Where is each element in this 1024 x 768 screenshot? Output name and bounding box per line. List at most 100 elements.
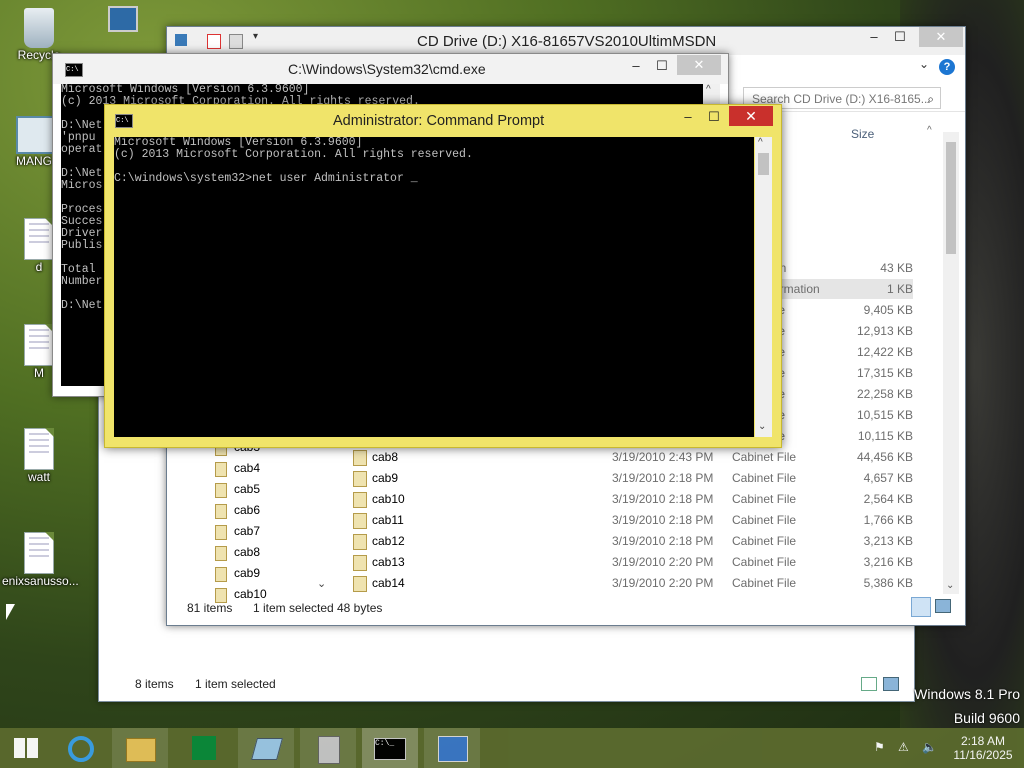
undo-icon[interactable] xyxy=(207,34,221,49)
file-type-cell: Cabinet File xyxy=(732,576,797,590)
table-row[interactable]: cab12 3/19/2010 2:18 PM Cabinet File 3,213 … xyxy=(353,531,913,551)
file-size-cell: 44,456 KB xyxy=(856,450,913,464)
cabinet-file-icon xyxy=(353,534,367,550)
nav-tree-label: cab6 xyxy=(234,503,261,517)
file-date-cell: 3/19/2010 2:43 PM xyxy=(612,450,714,464)
table-row[interactable]: cab11 3/19/2010 2:18 PM Cabinet File 1,766 … xyxy=(353,510,913,530)
file-name-cell: cab9 xyxy=(372,471,399,485)
table-row[interactable]: cab14 3/19/2010 2:20 PM Cabinet File 5,386 … xyxy=(353,573,913,593)
file-size-cell: 1,766 KB xyxy=(863,513,913,527)
notebook-icon[interactable] xyxy=(238,728,294,768)
scroll-down-arrow[interactable]: ⌄ xyxy=(758,421,766,432)
large-icons-view-icon[interactable] xyxy=(935,599,951,613)
admin-console-output[interactable]: Microsoft Windows [Version 6.3.9600] (c)… xyxy=(114,137,754,437)
file-type-cell: Cabinet File xyxy=(732,513,797,527)
file-name-cell: cab14 xyxy=(372,576,405,590)
scrollbar-thumb[interactable] xyxy=(758,153,769,175)
tree-scroll-down-arrow[interactable]: ⌄ xyxy=(317,577,326,590)
cmd-titlebar[interactable]: C:\ C:\Windows\System32\cmd.exe – ☐ ✕ xyxy=(53,54,728,84)
help-icon[interactable]: ? xyxy=(939,59,955,75)
file-size-cell: 3,216 KB xyxy=(863,555,913,569)
nav-tree-label: cab7 xyxy=(234,524,261,538)
table-row[interactable]: cab8 3/19/2010 2:43 PM Cabinet File 44,456 … xyxy=(353,447,913,467)
start-button[interactable] xyxy=(0,728,52,768)
desktop-icon-enix[interactable]: enixsanusso... xyxy=(2,532,79,588)
scroll-up-arrow[interactable]: ^ xyxy=(706,84,711,95)
cmd-title: C:\Windows\System32\cmd.exe xyxy=(288,61,486,77)
file-name-cell: cab8 xyxy=(372,450,399,464)
maximize-button[interactable]: ☐ xyxy=(885,27,915,47)
search-icon[interactable]: ⌕ xyxy=(927,88,934,110)
clock[interactable]: 2:18 AM 11/16/2025 xyxy=(946,734,1020,762)
document-icon xyxy=(24,324,54,366)
file-size-cell: 12,422 KB xyxy=(856,345,913,359)
nav-tree-label: cab4 xyxy=(234,461,261,475)
document-icon xyxy=(24,218,54,260)
column-header-size[interactable]: Size xyxy=(851,127,874,141)
maximize-button[interactable]: ☐ xyxy=(647,56,677,76)
cabinet-file-icon xyxy=(215,504,227,519)
chevron-down-icon[interactable]: ▾ xyxy=(253,31,258,42)
admin-cmd-window[interactable]: C:\ Administrator: Command Prompt – ☐ ✕ … xyxy=(104,104,782,448)
details-view-icon[interactable] xyxy=(911,597,931,617)
status-item-count: 8 items xyxy=(135,677,174,691)
cabinet-file-icon xyxy=(353,450,367,466)
file-size-cell: 2,564 KB xyxy=(863,492,913,506)
file-size-cell: 10,515 KB xyxy=(856,408,913,422)
file-date-cell: 3/19/2010 2:20 PM xyxy=(612,576,714,590)
maximize-button[interactable]: ☐ xyxy=(699,107,729,127)
explorer-title: CD Drive (D:) X16-81657VS2010UltimMSDN xyxy=(417,33,717,50)
store-icon[interactable] xyxy=(176,728,232,768)
table-row[interactable]: cab10 3/19/2010 2:18 PM Cabinet File 2,564 … xyxy=(353,489,913,509)
file-size-cell: 17,315 KB xyxy=(856,366,913,380)
volume-muted-icon[interactable]: 🔈 xyxy=(922,740,937,754)
explorer-titlebar[interactable]: ▾ CD Drive (D:) X16-81657VS2010UltimMSDN… xyxy=(167,27,965,55)
file-size-cell: 1 KB xyxy=(886,282,913,296)
header-scroll-caret: ^ xyxy=(927,125,932,136)
table-row[interactable]: cab9 3/19/2010 2:18 PM Cabinet File 4,657 K… xyxy=(353,468,913,488)
close-button[interactable]: ✕ xyxy=(919,27,963,47)
admin-cmd-titlebar[interactable]: C:\ Administrator: Command Prompt – ☐ ✕ xyxy=(105,105,781,135)
admin-cmd-scrollbar[interactable]: ^ ⌄ xyxy=(755,137,772,437)
table-row[interactable]: cab13 3/19/2010 2:20 PM Cabinet File 3,216 … xyxy=(353,552,913,572)
close-button[interactable]: ✕ xyxy=(729,106,773,126)
file-type-cell: Cabinet File xyxy=(732,471,797,485)
status-item-count: 81 items xyxy=(187,601,233,615)
cabinet-file-icon xyxy=(215,567,227,582)
status-selected: 1 item selected xyxy=(253,601,334,615)
cabinet-file-icon xyxy=(353,471,367,487)
file-name-cell: cab10 xyxy=(372,492,405,506)
recycle-bin-icon xyxy=(24,8,54,48)
file-explorer-icon[interactable] xyxy=(112,728,168,768)
cmd-app-icon: C:\ xyxy=(115,114,133,128)
properties-icon[interactable] xyxy=(175,34,187,46)
scroll-down-arrow[interactable]: ⌄ xyxy=(946,580,954,591)
file-list-scrollbar[interactable]: ⌄ xyxy=(943,132,959,594)
scrollbar-thumb[interactable] xyxy=(946,142,956,254)
internet-explorer-icon[interactable] xyxy=(54,728,110,768)
command-prompt-icon[interactable]: C:\_ xyxy=(362,728,418,768)
desktop-icon-watt[interactable]: watt xyxy=(4,428,74,484)
quick-access-toolbar[interactable]: ▾ xyxy=(175,31,265,49)
details-view-icon[interactable] xyxy=(861,677,877,691)
scroll-up-arrow[interactable]: ^ xyxy=(758,137,763,148)
file-size-cell: 5,386 KB xyxy=(863,576,913,590)
flag-icon[interactable]: ⚑ xyxy=(874,740,885,754)
close-button[interactable]: ✕ xyxy=(677,55,721,75)
status-selected: 1 item selected xyxy=(195,677,276,691)
windows-edition-watermark: Windows 8.1 Pro xyxy=(914,686,1020,702)
file-size-cell: 4,657 KB xyxy=(863,471,913,485)
status-size: 48 bytes xyxy=(337,601,383,615)
file-type-cell: Cabinet File xyxy=(732,555,797,569)
new-folder-icon[interactable] xyxy=(229,34,243,49)
app-icon xyxy=(16,116,54,154)
network-icon[interactable]: ⚠ xyxy=(898,740,909,754)
cabinet-file-icon xyxy=(353,576,367,592)
desktop-icon-label: watt xyxy=(27,470,50,484)
ribbon-expand-icon[interactable]: ⌄ xyxy=(919,57,929,71)
cabinet-file-icon xyxy=(215,525,227,540)
file-name-cell: cab13 xyxy=(372,555,405,569)
setup-icon[interactable] xyxy=(424,728,480,768)
computer-icon[interactable] xyxy=(96,6,140,40)
network-tool-icon[interactable] xyxy=(300,728,356,768)
